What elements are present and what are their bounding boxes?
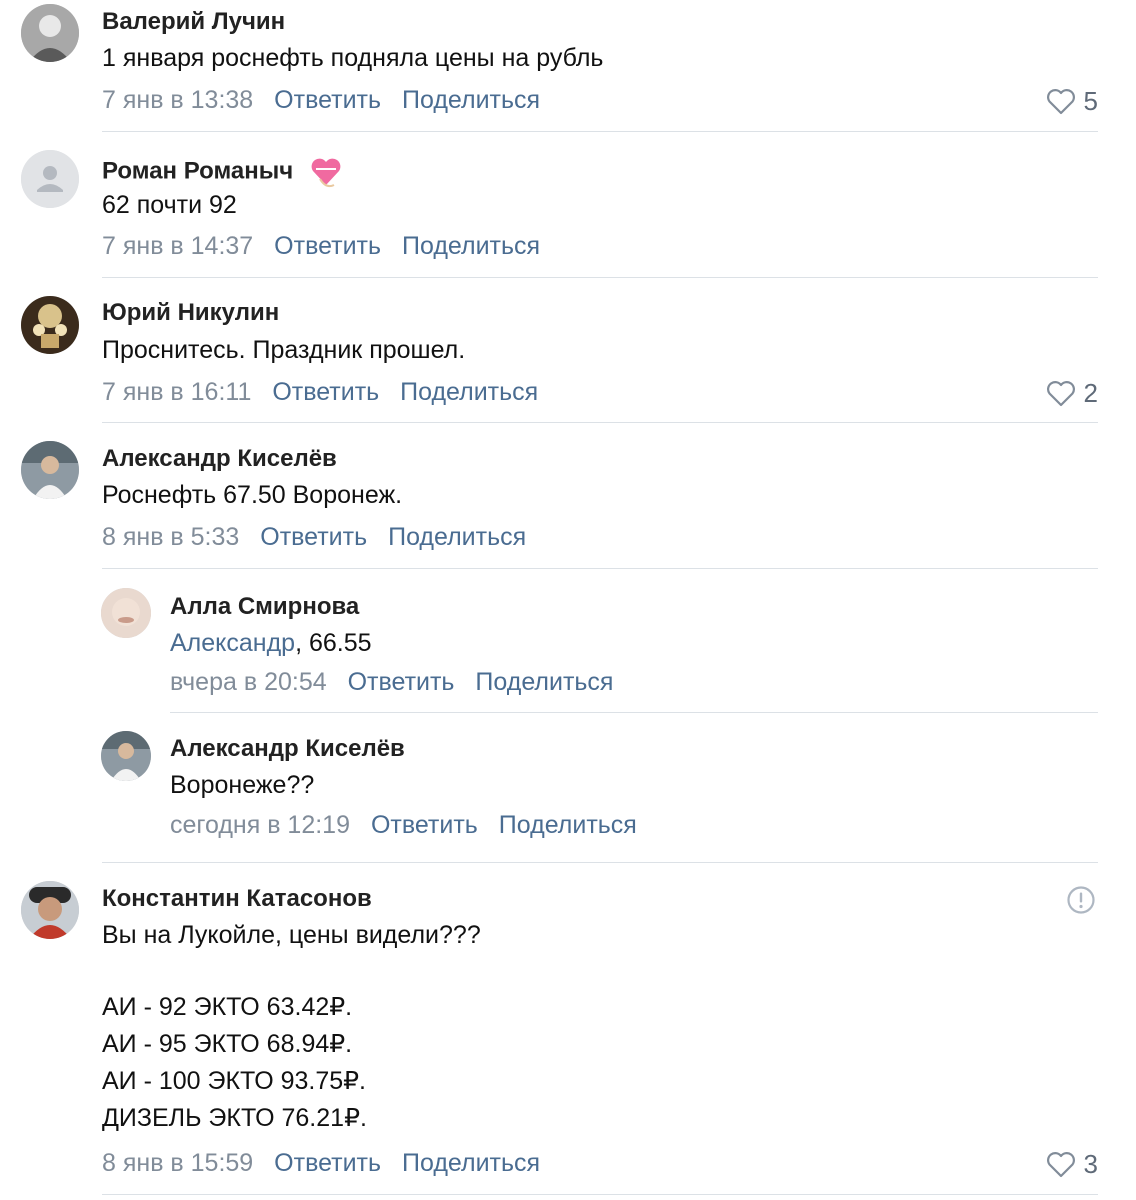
divider [102,422,1098,423]
share-button[interactable]: Поделиться [475,668,613,696]
comment-text: 62 почти 92 [102,191,237,219]
comment-date[interactable]: 8 янв в 15:59 [102,1149,253,1177]
reply-button[interactable]: Ответить [348,668,455,696]
like-button[interactable]: 5 [1046,86,1098,117]
avatar[interactable] [21,881,79,939]
text-line: АИ - 92 ЭКТО 63.42₽. [102,993,353,1021]
avatar[interactable] [101,588,151,638]
comment-text: Вы на Лукойле, цены видели??? АИ - 92 ЭК… [102,917,481,1137]
reply-button[interactable]: Ответить [274,86,381,114]
comment-text: Воронеже?? [170,771,315,799]
heart-outline-icon [1046,381,1075,407]
share-button[interactable]: Поделиться [402,1149,540,1177]
avatar[interactable] [101,731,151,781]
comment-author[interactable]: Роман Романыч [102,155,344,189]
comment-author[interactable]: Валерий Лучин [102,8,285,36]
comment-date[interactable]: 7 янв в 16:11 [102,378,251,406]
comment-text: Проснитесь. Праздник прошел. [102,336,466,364]
divider [102,1194,1098,1195]
comment-author[interactable]: Александр Киселёв [102,445,337,473]
like-button[interactable]: 2 [1046,378,1098,409]
like-button[interactable]: 3 [1046,1149,1098,1180]
avatar[interactable] [21,150,79,208]
share-button[interactable]: Поделиться [402,86,540,114]
heart-gift-icon [311,158,341,188]
share-button[interactable]: Поделиться [400,378,538,406]
reply-button[interactable]: Ответить [371,811,478,839]
text-line: АИ - 95 ЭКТО 68.94₽. [102,1030,353,1058]
heart-outline-icon [1046,89,1075,115]
avatar[interactable] [21,441,79,499]
comment-date[interactable]: 8 янв в 5:33 [102,523,239,551]
divider [102,862,1098,863]
comment-date[interactable]: сегодня в 12:19 [170,811,350,839]
avatar[interactable] [21,4,79,62]
text-line [102,954,481,991]
share-button[interactable]: Поделиться [388,523,526,551]
reply-button[interactable]: Ответить [272,378,379,406]
comment-author[interactable]: Константин Катасонов [102,885,372,913]
divider [102,131,1098,132]
comment-text: Роснефть 67.50 Воронеж. [102,481,403,509]
comment-author[interactable]: Александр Киселёв [170,735,405,763]
text-line: Вы на Лукойле, цены видели??? [102,921,481,949]
comment-date[interactable]: 7 янв в 13:38 [102,86,253,114]
share-button[interactable]: Поделиться [499,811,637,839]
reply-button[interactable]: Ответить [274,232,381,260]
comment-date[interactable]: вчера в 20:54 [170,668,327,696]
reply-button[interactable]: Ответить [260,523,367,551]
text-line: АИ - 100 ЭКТО 93.75₽. [102,1067,367,1095]
comment-author[interactable]: Юрий Никулин [102,299,279,327]
heart-outline-icon [1046,1152,1075,1178]
exclamation-circle-icon[interactable] [1066,885,1096,915]
reply-text: , 66.55 [295,629,372,657]
divider [102,277,1098,278]
comment-text: 1 января роснефть подняла цены на рубль [102,44,604,72]
like-count: 3 [1083,1149,1098,1179]
share-button[interactable]: Поделиться [402,232,540,260]
reply-button[interactable]: Ответить [274,1149,381,1177]
like-count: 2 [1083,378,1098,408]
mention-link[interactable]: Александр [170,629,295,657]
divider [170,712,1098,713]
comment-date[interactable]: 7 янв в 14:37 [102,232,253,260]
avatar[interactable] [21,296,79,354]
author-name: Роман Романыч [102,157,294,185]
like-count: 5 [1083,86,1098,116]
divider [102,568,1098,569]
comment-author[interactable]: Алла Смирнова [170,593,359,621]
comment-text: Александр, 66.55 [170,625,372,662]
text-line: ДИЗЕЛЬ ЭКТО 76.21₽. [102,1104,367,1132]
